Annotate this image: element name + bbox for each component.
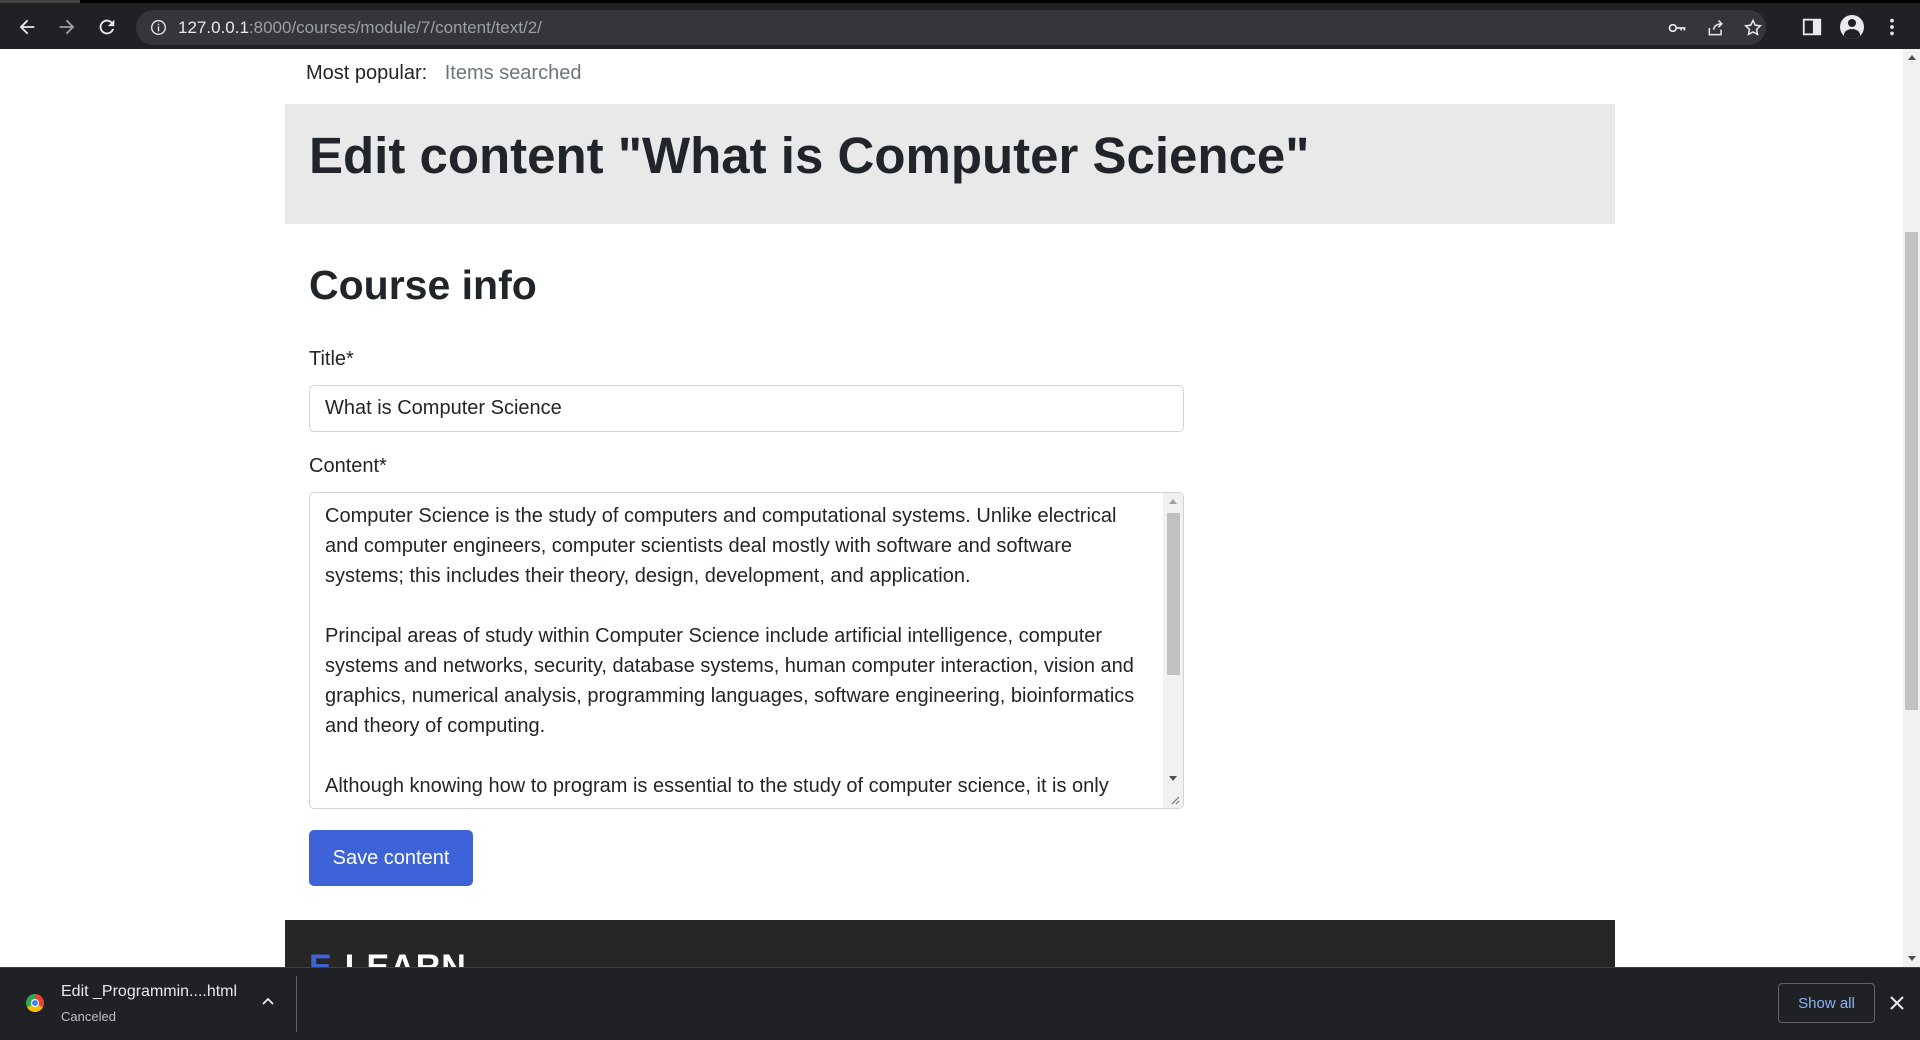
logo-mark: E — [309, 948, 333, 967]
divider — [296, 976, 297, 1032]
most-popular-label: Most popular: — [306, 62, 428, 84]
resize-grip-icon[interactable] — [1170, 795, 1180, 805]
chevron-up-icon[interactable] — [260, 994, 276, 1010]
page-viewport: Most popular: Items searched Edit conten… — [0, 49, 1903, 967]
scroll-up-arrow[interactable] — [1169, 499, 1177, 504]
section-title: Course info — [309, 262, 537, 308]
download-status: Canceled — [61, 1009, 116, 1024]
site-info-icon[interactable] — [150, 19, 167, 36]
content-paragraph: Computer Science is the study of compute… — [325, 505, 1117, 587]
content-paragraph: Principal areas of study within Computer… — [325, 625, 1135, 737]
url-host: 127.0.0.1 — [178, 18, 249, 37]
address-bar[interactable]: 127.0.0.1:8000/courses/module/7/content/… — [136, 10, 1766, 45]
browser-toolbar: 127.0.0.1:8000/courses/module/7/content/… — [0, 0, 1920, 49]
title-label: Title* — [309, 348, 354, 370]
reload-icon[interactable] — [96, 16, 118, 38]
most-popular-bar: Most popular: Items searched — [306, 62, 581, 85]
page-scroll-up-arrow[interactable] — [1908, 55, 1916, 60]
menu-kebab-icon[interactable] — [1880, 15, 1904, 39]
textarea-scroll-thumb[interactable] — [1167, 513, 1180, 675]
download-file-name: Edit _Programmin....html — [61, 983, 238, 1000]
content-text: Computer Science is the study of compute… — [325, 501, 1145, 808]
content-textarea[interactable]: Computer Science is the study of compute… — [309, 492, 1184, 809]
show-all-button[interactable]: Show all — [1778, 983, 1875, 1023]
side-panel-icon[interactable] — [1800, 15, 1824, 39]
download-item[interactable]: Edit _Programmin....html Canceled — [0, 968, 296, 1040]
profile-avatar-icon[interactable] — [1840, 15, 1864, 39]
page-scroll-thumb[interactable] — [1905, 232, 1918, 710]
share-icon[interactable] — [1706, 18, 1726, 38]
forward-icon[interactable] — [56, 16, 78, 38]
page-header: Edit content "What is Computer Science" — [285, 104, 1615, 224]
chrome-file-icon — [26, 994, 44, 1012]
content-label: Content* — [309, 455, 387, 477]
logo-text: LEARN — [344, 948, 467, 967]
key-icon[interactable] — [1667, 18, 1687, 38]
footer-logo[interactable]: E LEARN — [309, 948, 467, 967]
footer: E LEARN — [285, 920, 1615, 967]
download-shelf: Edit _Programmin....html Canceled Show a… — [0, 967, 1920, 1040]
url-path: :8000/courses/module/7/content/text/2/ — [248, 18, 542, 37]
scroll-down-arrow[interactable] — [1169, 776, 1177, 781]
page-scroll-down-arrow[interactable] — [1908, 956, 1916, 961]
url-text: 127.0.0.1:8000/courses/module/7/content/… — [178, 18, 542, 38]
title-input[interactable] — [309, 385, 1184, 432]
save-content-button[interactable]: Save content — [309, 830, 473, 886]
most-popular-value[interactable]: Items searched — [445, 62, 582, 84]
page-title: Edit content "What is Computer Science" — [309, 127, 1310, 184]
bookmark-star-icon[interactable] — [1743, 18, 1763, 38]
content-paragraph: Although knowing how to program is essen… — [325, 775, 1109, 797]
back-icon[interactable] — [16, 16, 38, 38]
textarea-scrollbar[interactable] — [1163, 493, 1183, 808]
avatar — [1840, 15, 1864, 39]
page-scrollbar[interactable] — [1903, 49, 1920, 967]
tab-strip-edge — [0, 0, 80, 3]
close-icon[interactable] — [1888, 994, 1906, 1012]
